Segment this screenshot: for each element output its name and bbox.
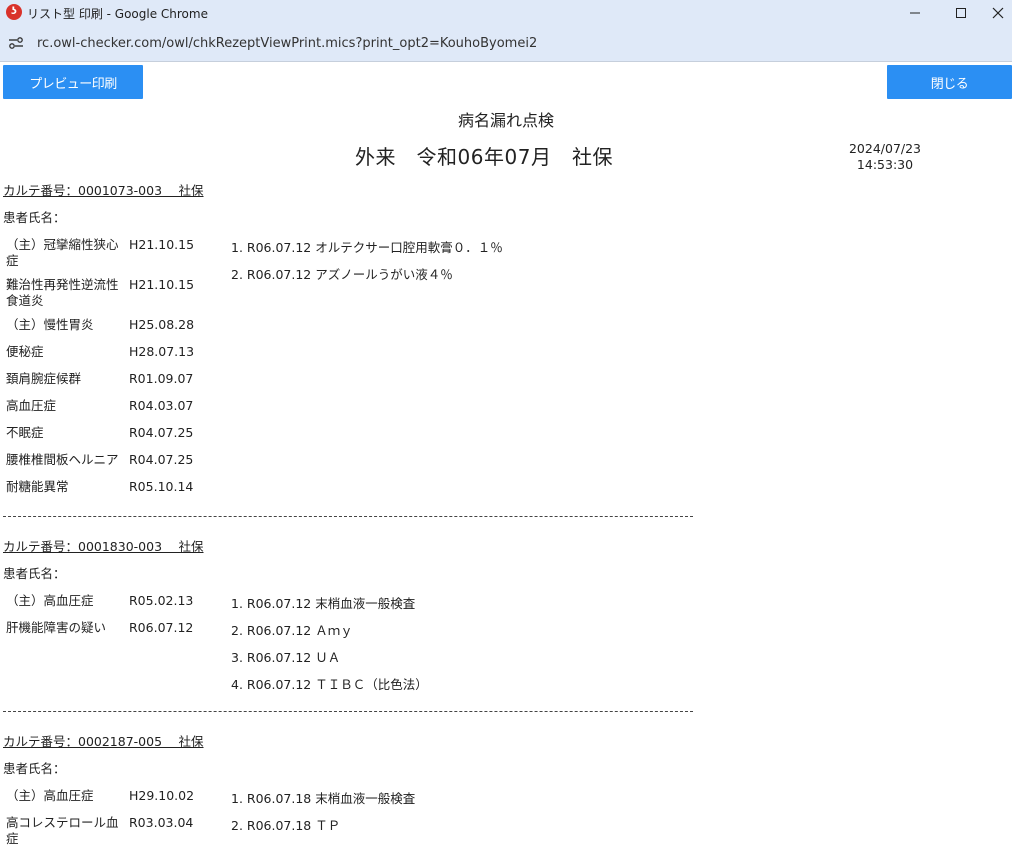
diagnosis-date: R01.09.07 — [129, 371, 194, 386]
diagnosis-name: （主）高血圧症 — [6, 788, 94, 803]
maximize-button[interactable] — [938, 0, 984, 26]
patient-name-label: 患者氏名： — [3, 566, 66, 581]
diagnosis-date: R05.10.14 — [129, 479, 194, 494]
diagnosis-date: R04.03.07 — [129, 398, 194, 413]
order-item: 1. R06.07.12 オルテクサー口腔用軟膏０．１％ — [231, 240, 503, 255]
diagnosis-name: （主）高血圧症 — [6, 593, 94, 608]
diagnosis-date: R05.02.13 — [129, 593, 194, 608]
karte-number: カルテ番号：0001830-003 社保 — [3, 539, 204, 554]
print-date: 2024/07/23 — [848, 141, 922, 156]
diagnosis-name: 腰椎椎間板ヘルニア — [6, 452, 119, 467]
diagnosis-date: R06.07.12 — [129, 620, 194, 635]
diagnosis-date: H25.08.28 — [129, 317, 195, 332]
diagnosis-date: H29.10.02 — [129, 788, 195, 803]
patient-name-label: 患者氏名： — [3, 210, 66, 225]
window-title: リスト型 印刷 - Google Chrome — [27, 7, 208, 21]
preview-print-button[interactable]: プレビュー印刷 — [3, 65, 143, 99]
diagnosis-name: 便秘症 — [6, 344, 44, 359]
diagnosis-name: 高コレステロール血症 — [6, 815, 119, 846]
record-divider — [3, 711, 693, 712]
chrome-app-icon: ʖ — [6, 4, 22, 20]
order-item: 2. R06.07.12 アズノールうがい液４％ — [231, 267, 453, 282]
maximize-icon — [956, 8, 966, 18]
address-bar[interactable]: rc.owl-checker.com/owl/chkRezeptViewPrin… — [0, 26, 1012, 62]
diagnosis-name: 耐糖能異常 — [6, 479, 69, 494]
diagnosis-date: R03.03.04 — [129, 815, 194, 830]
order-item: 1. R06.07.18 末梢血液一般検査 — [231, 791, 416, 806]
diagnosis-name: 難治性再発性逆流性食道炎 — [6, 277, 119, 308]
close-button[interactable]: 閉じる — [887, 65, 1012, 99]
order-item: 1. R06.07.12 末梢血液一般検査 — [231, 596, 416, 611]
diagnosis-name: 高血圧症 — [6, 398, 57, 413]
diagnosis-date: R04.07.25 — [129, 452, 194, 467]
diagnosis-date: H21.10.15 — [129, 237, 195, 252]
diagnosis-name: 不眠症 — [6, 425, 44, 440]
diagnosis-date: R04.07.25 — [129, 425, 194, 440]
close-icon — [992, 7, 1004, 19]
karte-number: カルテ番号：0001073-003 社保 — [3, 183, 204, 198]
order-item: 2. R06.07.12 Ａｍｙ — [231, 623, 353, 638]
diagnosis-name: （主）冠攣縮性狭心症 — [6, 237, 119, 268]
record-divider — [3, 516, 693, 517]
minimize-button[interactable] — [892, 0, 938, 26]
diagnosis-date: H28.07.13 — [129, 344, 195, 359]
patient-name-label: 患者氏名： — [3, 761, 66, 776]
report-title: 病名漏れ点検 — [457, 111, 554, 130]
minimize-icon — [910, 12, 920, 14]
order-item: 3. R06.07.12 ＵＡ — [231, 650, 341, 665]
diagnosis-date: H21.10.15 — [129, 277, 195, 292]
order-item: 4. R06.07.12 ＴＩＢＣ（比色法） — [231, 677, 428, 692]
print-timestamp: 2024/07/23 14:53:30 — [845, 141, 925, 173]
window-titlebar: ʖ リスト型 印刷 - Google Chrome — [0, 0, 1012, 26]
report-subtitle: 外来 令和06年07月 社保 — [355, 145, 613, 169]
order-item: 2. R06.07.18 ＴＰ — [231, 818, 341, 833]
diagnosis-name: 肝機能障害の疑い — [6, 620, 107, 635]
print-time: 14:53:30 — [856, 157, 914, 172]
diagnosis-name: （主）慢性胃炎 — [6, 317, 94, 332]
url-text[interactable]: rc.owl-checker.com/owl/chkRezeptViewPrin… — [37, 36, 537, 51]
diagnosis-name: 頚肩腕症候群 — [6, 371, 82, 386]
window-close-button[interactable] — [984, 0, 1012, 26]
site-info-icon[interactable] — [8, 36, 24, 50]
karte-number: カルテ番号：0002187-005 社保 — [3, 734, 204, 749]
